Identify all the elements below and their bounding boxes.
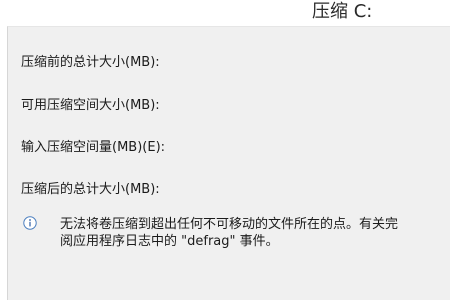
available-shrink-space-label: 可用压缩空间大小(MB): xyxy=(21,98,160,113)
info-message-line-1: 无法将卷压缩到超出任何不可移动的文件所在的点。有关完 xyxy=(60,217,399,232)
info-message-line-2: 阅应用程序日志中的 "defrag" 事件。 xyxy=(60,234,279,249)
window-title: 压缩 C: xyxy=(312,1,373,22)
title-bar: 压缩 C: xyxy=(0,0,450,24)
shrink-amount-label: 输入压缩空间量(MB)(E): xyxy=(21,140,166,155)
total-size-after-label: 压缩后的总计大小(MB): xyxy=(21,182,160,197)
info-icon xyxy=(23,216,37,230)
total-size-before-label: 压缩前的总计大小(MB): xyxy=(21,55,160,70)
shrink-volume-dialog: 压缩 C: 压缩前的总计大小(MB): 可用压缩空间大小(MB): 输入压缩空间… xyxy=(0,0,450,300)
info-message: 无法将卷压缩到超出任何不可移动的文件所在的点。有关完 阅应用程序日志中的 "de… xyxy=(60,216,450,250)
